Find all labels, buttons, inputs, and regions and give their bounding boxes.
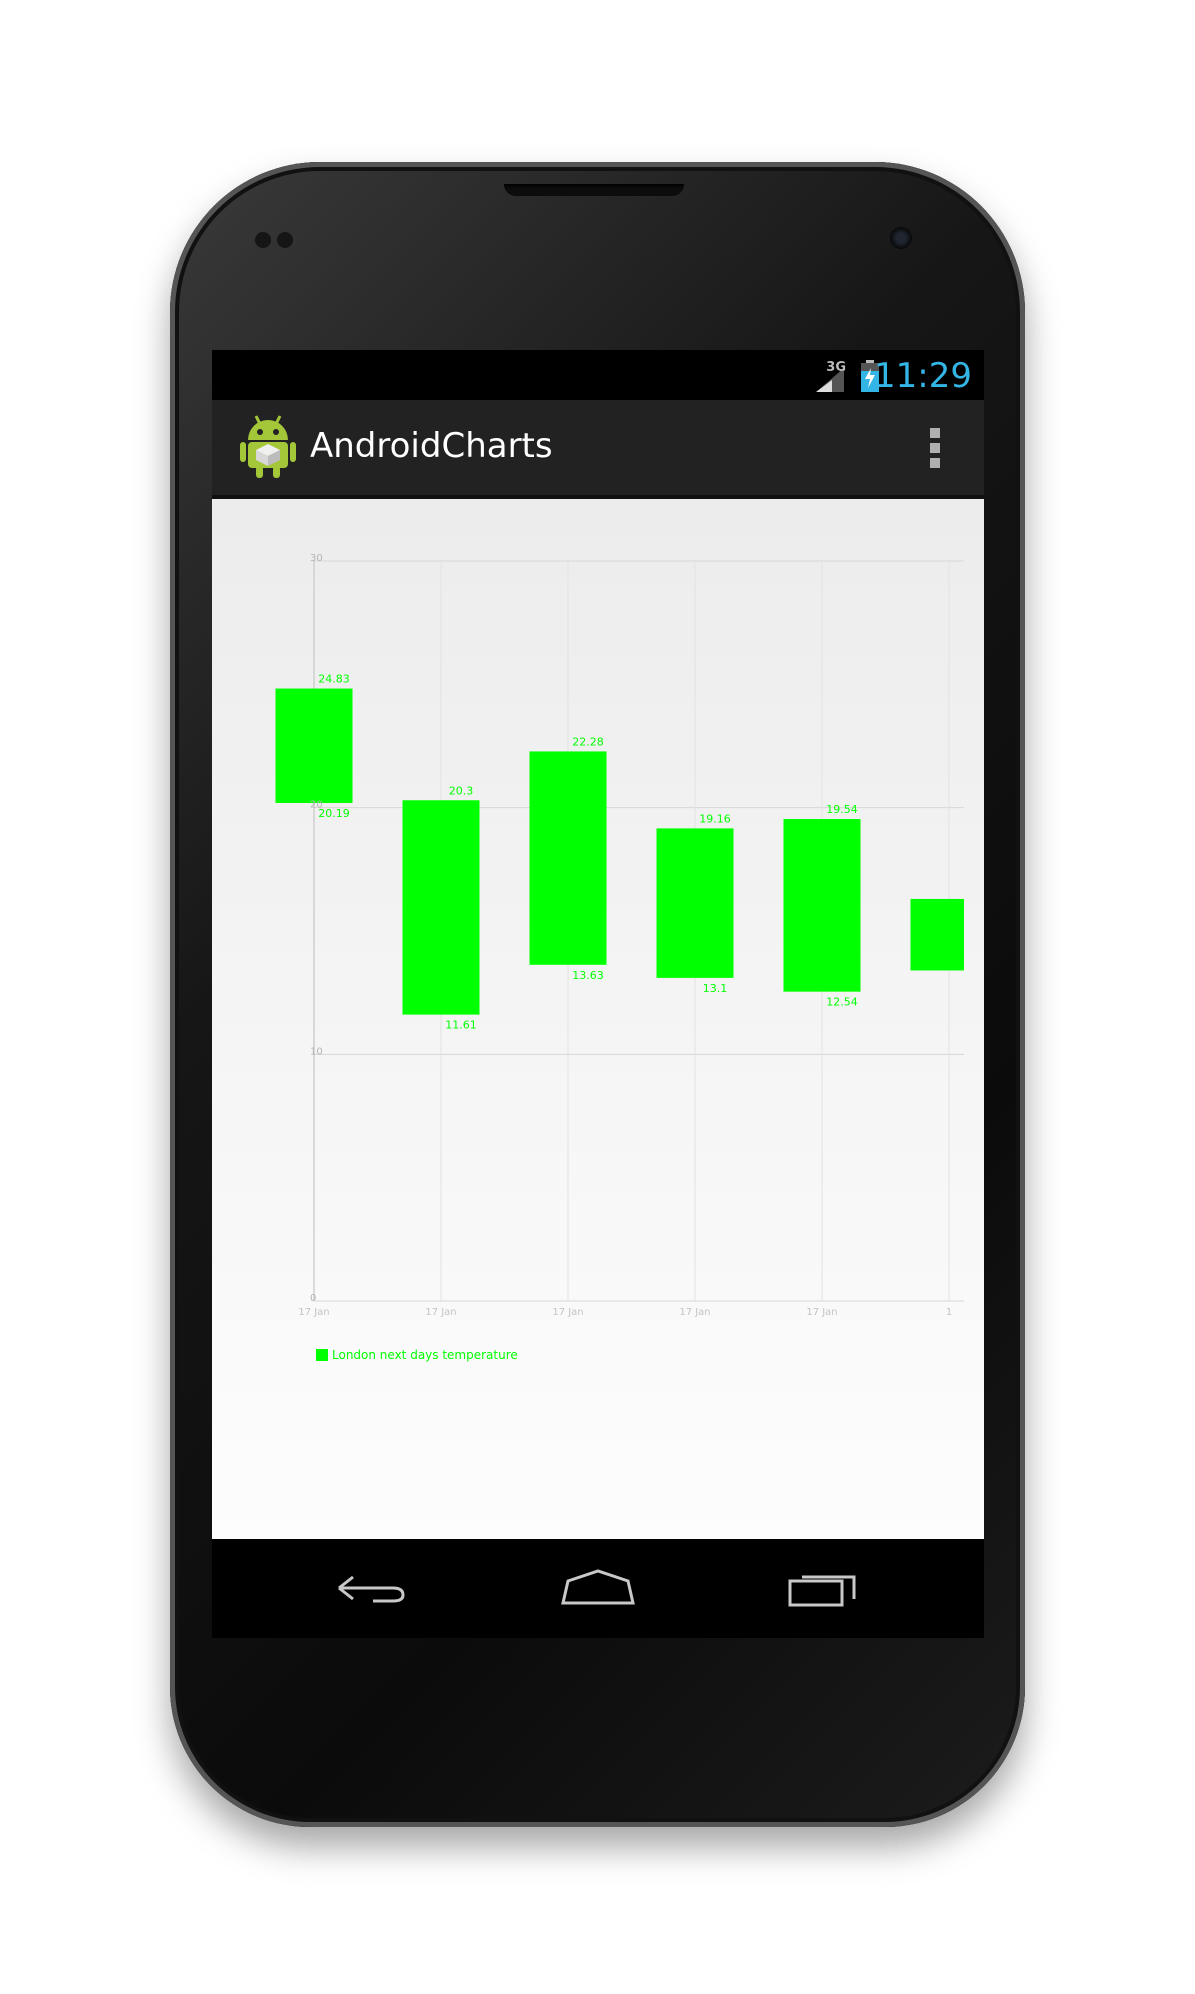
y-tick-label: 0 xyxy=(310,1293,316,1304)
bar-high-label: 20.3 xyxy=(449,784,474,797)
x-tick-label: 1 xyxy=(946,1307,952,1318)
x-tick-label: 17 Jan xyxy=(425,1307,456,1318)
y-tick-label: 30 xyxy=(310,553,323,564)
bar-low-label: 11.61 xyxy=(445,1019,477,1032)
network-type-label: 3G xyxy=(826,360,846,375)
bar-low-label: 13.63 xyxy=(572,969,604,982)
front-camera xyxy=(890,227,912,249)
proximity-sensors xyxy=(255,232,305,250)
status-time: 11:29 xyxy=(874,356,972,396)
bar-high-label: 19.54 xyxy=(826,803,858,816)
range-bar xyxy=(910,898,964,971)
navigation-bar xyxy=(212,1539,984,1638)
range-bar-chart: 302010017 Jan 17 Jan 17 Jan 17 Jan 17 Jan 124… xyxy=(275,553,964,1362)
status-bar: 3G 11:29 xyxy=(212,350,984,400)
overflow-menu-icon[interactable] xyxy=(930,428,942,470)
bar-low-label: 13.1 xyxy=(703,982,728,995)
legend-label: London next days temperature xyxy=(332,1348,518,1362)
bar-low-label: 12.54 xyxy=(826,996,858,1009)
bar-low-label: 20.19 xyxy=(318,807,350,820)
action-bar: AndroidCharts xyxy=(212,400,984,499)
range-bar xyxy=(529,751,607,965)
app-title: AndroidCharts xyxy=(310,426,553,466)
back-icon[interactable] xyxy=(333,1563,413,1613)
android-app-icon[interactable] xyxy=(240,412,296,478)
recent-apps-icon[interactable] xyxy=(784,1563,864,1613)
bar-high-label: 24.83 xyxy=(318,673,350,686)
legend-swatch xyxy=(316,1349,328,1361)
phone-screen: 3G 11:29 AndroidCharts 30 20 10 0 17 Jan… xyxy=(212,350,984,1638)
chart-bars xyxy=(275,688,964,1015)
earpiece-speaker xyxy=(504,184,684,196)
home-icon[interactable] xyxy=(558,1563,638,1613)
chart-legend: London next days temperature xyxy=(316,1348,518,1362)
x-tick-label: 17 Jan xyxy=(298,1307,329,1318)
x-tick-label: 17 Jan xyxy=(806,1307,837,1318)
bar-high-label: 19.16 xyxy=(699,812,731,825)
range-bar xyxy=(783,819,861,992)
x-tick-label: 17 Jan xyxy=(679,1307,710,1318)
range-bar xyxy=(275,688,353,803)
range-bar xyxy=(402,800,480,1015)
chart-container: 30 20 10 0 17 Jan 17 Jan 17 Jan 17 Jan 17 Jan 1 24… xyxy=(212,499,984,1539)
range-bar xyxy=(656,828,734,978)
y-tick-label: 10 xyxy=(310,1046,323,1057)
x-tick-label: 17 Jan xyxy=(552,1307,583,1318)
bar-high-label: 22.28 xyxy=(572,735,604,748)
